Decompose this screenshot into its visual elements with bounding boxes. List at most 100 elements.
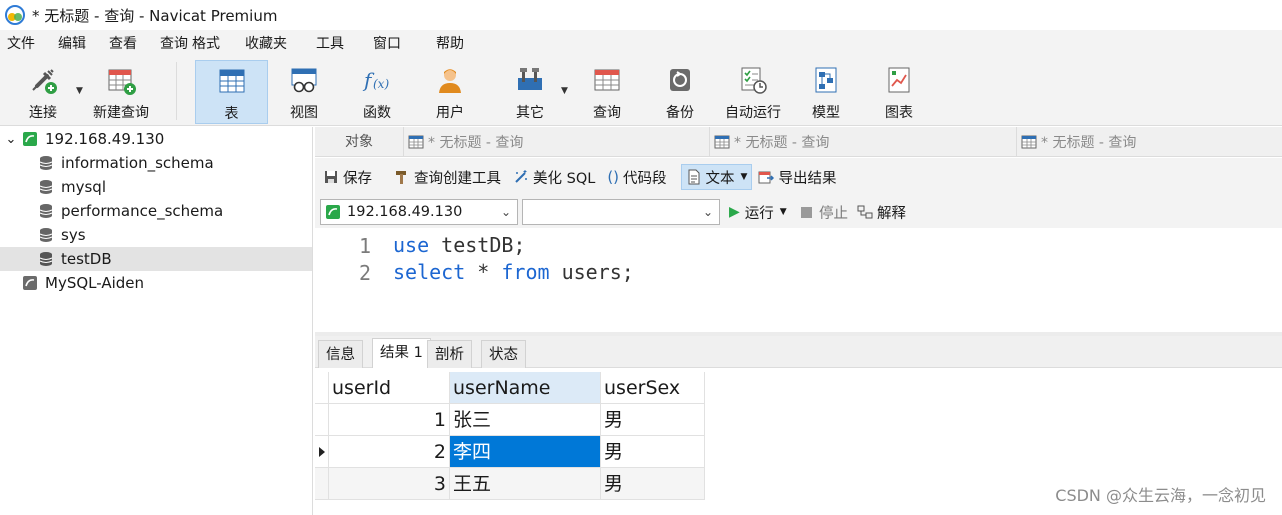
menu-help[interactable]: 帮助 [410, 30, 473, 58]
table-label: 表 [224, 106, 239, 122]
column-header-userid[interactable]: userId [329, 372, 450, 404]
connection-select-value: 192.168.49.130 [347, 204, 463, 220]
table-cell[interactable]: 王五 [450, 468, 601, 500]
tab-query-label: * 无标题 - 查询 [428, 135, 524, 151]
query-tab-icon [714, 135, 730, 149]
column-header-usersex[interactable]: userSex [601, 372, 705, 404]
export-result-label: 导出结果 [778, 170, 837, 187]
menu-query[interactable]: 查询 [146, 30, 192, 58]
table-cell[interactable]: 3 [329, 468, 450, 500]
beautify-sql-label: 美化 SQL [533, 170, 596, 187]
tab-status[interactable]: 状态 [481, 340, 526, 368]
model-button[interactable]: 模型 [806, 60, 846, 124]
tree-db-label: mysql [61, 178, 106, 196]
table-cell[interactable]: 男 [601, 436, 705, 468]
tree-db-label: sys [61, 226, 86, 244]
table-cell[interactable]: 男 [601, 404, 705, 436]
run-dropdown-icon[interactable]: ▼ [780, 207, 787, 217]
navicat-logo-icon [5, 5, 25, 25]
beautify-sql-button[interactable]: 美化 SQL [509, 164, 599, 190]
sql-text: testDB; [429, 233, 526, 257]
query-label: 查询 [593, 105, 621, 121]
database-icon [39, 180, 53, 194]
stop-button[interactable]: 停止 [797, 199, 852, 225]
tab-query-3[interactable]: * 无标题 - 查询 [1016, 127, 1282, 157]
tab-profile[interactable]: 剖析 [427, 340, 472, 368]
database-select[interactable]: ⌄ [522, 199, 720, 225]
other-dropdown-icon[interactable]: ▼ [561, 86, 568, 96]
user-button[interactable]: 用户 [430, 60, 470, 124]
other-button[interactable]: 其它 [510, 60, 550, 124]
menu-edit[interactable]: 编辑 [44, 30, 95, 58]
code-line-1: use testDB; [393, 233, 525, 257]
tab-info[interactable]: 信息 [318, 340, 363, 368]
main-toolbar: 连接 ▼ 新建查询 表 视图 f (x) 函数 用户 其它 ▼ 查询 备份 自动… [0, 58, 1282, 126]
menu-window[interactable]: 窗口 [353, 30, 410, 58]
menu-favorites[interactable]: 收藏夹 [229, 30, 296, 58]
query-builder-button[interactable]: 查询创建工具 [390, 164, 505, 190]
backup-label: 备份 [666, 105, 694, 121]
explain-button[interactable]: 解释 [853, 199, 910, 225]
connect-button[interactable]: 连接 [20, 60, 66, 124]
user-label: 用户 [436, 105, 464, 121]
function-button[interactable]: f (x) 函数 [357, 60, 397, 124]
sql-keyword: from [501, 260, 550, 284]
selected-table-cell[interactable]: 李四 [450, 436, 601, 468]
chart-button[interactable]: 图表 [879, 60, 919, 124]
menu-format[interactable]: 格式 [192, 30, 229, 58]
menu-view[interactable]: 查看 [95, 30, 146, 58]
column-header-username[interactable]: userName [450, 372, 601, 404]
text-mode-button[interactable]: 文本 ▼ [680, 164, 753, 190]
line-number: 1 [358, 234, 371, 258]
menu-tools[interactable]: 工具 [296, 30, 353, 58]
stop-label: 停止 [819, 205, 848, 222]
tree-db-testdb[interactable]: testDB [0, 247, 312, 271]
tab-objects[interactable]: 对象 [315, 127, 403, 157]
connect-dropdown-icon[interactable]: ▼ [76, 86, 83, 96]
function-label: 函数 [363, 105, 391, 121]
tree-db-mysql[interactable]: mysql [0, 175, 312, 199]
table-cell[interactable]: 男 [601, 468, 705, 500]
save-button[interactable]: 保存 [319, 164, 376, 190]
tree-db-information-schema[interactable]: information_schema [0, 151, 312, 175]
auto-run-button[interactable]: 自动运行 [722, 60, 784, 124]
title-bar: * 无标题 - 查询 - Navicat Premium [0, 0, 1282, 30]
code-snippet-button[interactable]: () 代码段 [603, 164, 670, 190]
parentheses-icon: () [607, 168, 620, 186]
backup-button[interactable]: 备份 [660, 60, 700, 124]
row-indicator[interactable] [315, 468, 329, 500]
table-cell[interactable]: 2 [329, 436, 450, 468]
database-icon [39, 204, 53, 218]
new-query-button[interactable]: 新建查询 [88, 60, 154, 124]
watermark: CSDN @众生云海，一念初见 [1055, 486, 1266, 505]
table-button[interactable]: 表 [195, 60, 268, 124]
sql-keyword: use [393, 233, 430, 257]
current-row-indicator[interactable] [315, 436, 329, 468]
export-icon [758, 171, 775, 184]
view-button[interactable]: 视图 [284, 60, 324, 124]
tree-db-sys[interactable]: sys [0, 223, 312, 247]
text-mode-dropdown-icon[interactable]: ▼ [741, 172, 748, 182]
tree-connection-192-168-49-130[interactable]: ⌄ 192.168.49.130 [0, 127, 312, 151]
row-indicator[interactable] [315, 404, 329, 436]
run-button[interactable]: ▶ 运行 ▼ [725, 199, 791, 225]
connection-bar: 192.168.49.130 ⌄ ⌄ ▶ 运行 ▼ 停止 解释 [315, 196, 1282, 228]
query-tab-icon [1021, 135, 1037, 149]
connection-select[interactable]: 192.168.49.130 ⌄ [320, 199, 518, 225]
stop-icon [801, 206, 812, 218]
tab-query-1[interactable]: * 无标题 - 查询 [403, 127, 709, 157]
tab-query-2[interactable]: * 无标题 - 查询 [709, 127, 1015, 157]
tree-connection-mysql-aiden[interactable]: MySQL-Aiden [0, 271, 312, 295]
query-button[interactable]: 查询 [587, 60, 627, 124]
new-query-label: 新建查询 [93, 105, 149, 121]
line-number-gutter: 1 2 [315, 228, 377, 332]
chevron-down-icon[interactable]: ⌄ [0, 132, 22, 147]
table-cell[interactable]: 张三 [450, 404, 601, 436]
tab-result-1[interactable]: 结果 1 [372, 338, 431, 368]
tree-db-performance-schema[interactable]: performance_schema [0, 199, 312, 223]
menu-file[interactable]: 文件 [0, 30, 44, 58]
export-result-button[interactable]: 导出结果 [754, 164, 840, 190]
table-cell[interactable]: 1 [329, 404, 450, 436]
query-tab-icon [408, 135, 424, 149]
sql-editor[interactable]: 1 2 use testDB; select * from users; [315, 228, 1282, 332]
